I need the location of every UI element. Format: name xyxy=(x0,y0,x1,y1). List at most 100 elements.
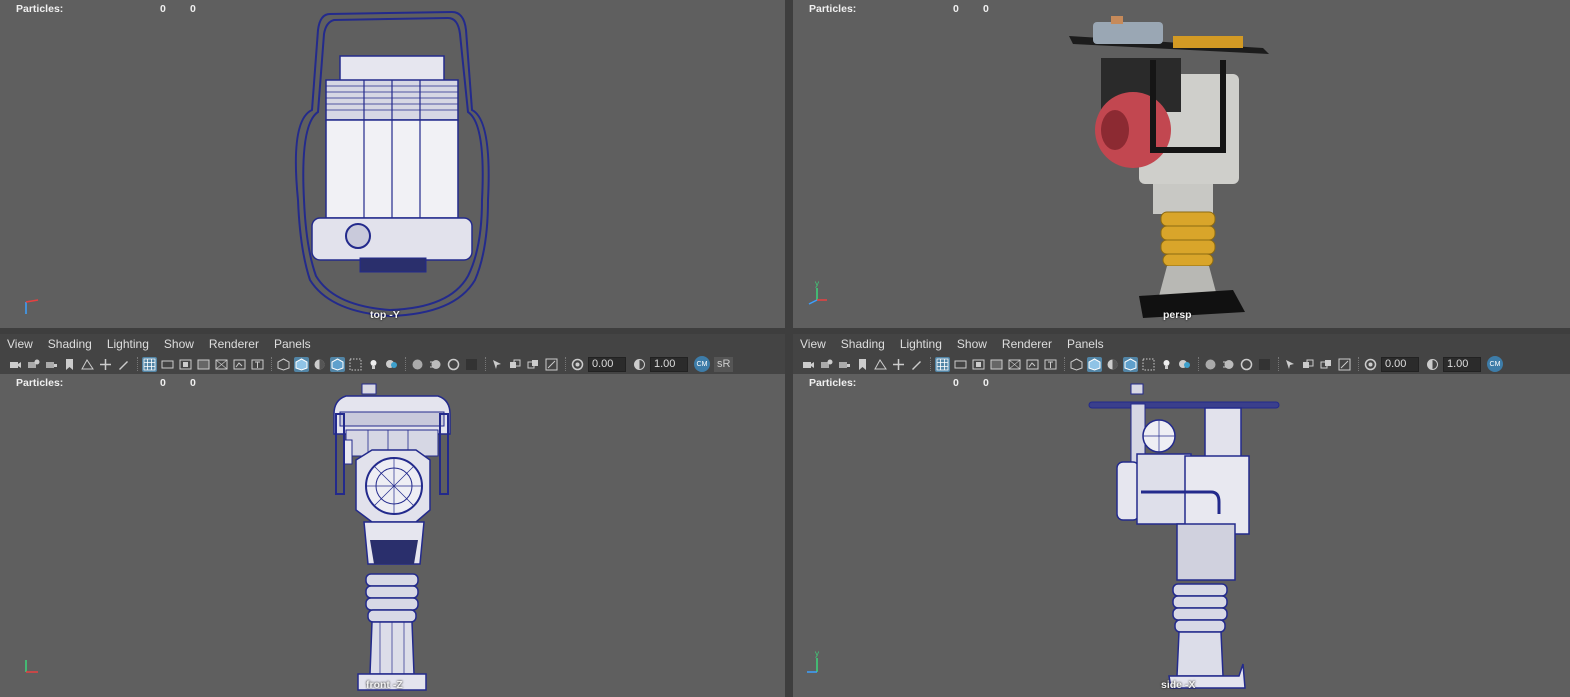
image-plane-icon[interactable] xyxy=(80,357,95,372)
xray-joints-icon[interactable] xyxy=(508,357,523,372)
isolate-select-icon[interactable] xyxy=(490,357,505,372)
viewport-persp[interactable]: Particles: 0 0 y persp xyxy=(793,0,1570,328)
grid-icon[interactable] xyxy=(142,356,157,372)
menu-renderer[interactable]: Renderer xyxy=(209,337,259,351)
bookmark-icon[interactable] xyxy=(62,357,77,372)
wireframe-on-shaded-icon[interactable] xyxy=(330,356,345,372)
axis-y-label: y xyxy=(815,279,819,288)
2d-pan-zoom-icon[interactable] xyxy=(891,357,906,372)
axis-indicator xyxy=(25,660,38,673)
xray-joints-icon[interactable] xyxy=(1301,357,1316,372)
exposure-field[interactable]: 0.00 xyxy=(1381,356,1419,372)
camera-select-icon[interactable] xyxy=(8,357,23,372)
viewport-front[interactable]: Particles: 0 0 front -Z xyxy=(0,374,785,697)
menu-shading[interactable]: Shading xyxy=(48,337,92,351)
wireframe-icon[interactable] xyxy=(1069,357,1084,372)
safe-title-icon[interactable] xyxy=(1043,357,1058,372)
resolution-gate-icon[interactable] xyxy=(178,357,193,372)
depth-of-field-icon[interactable] xyxy=(1257,357,1272,372)
shadows-icon[interactable] xyxy=(1177,357,1192,372)
panel-toolbar-right: View Shading Lighting Show Renderer Pane… xyxy=(793,334,1570,374)
camera-lock-icon[interactable] xyxy=(837,357,852,372)
shadows-icon[interactable] xyxy=(384,357,399,372)
2d-pan-zoom-icon[interactable] xyxy=(98,357,113,372)
screen-space-ao-icon[interactable] xyxy=(1203,357,1218,372)
camera-lock-icon[interactable] xyxy=(44,357,59,372)
menu-shading[interactable]: Shading xyxy=(841,337,885,351)
menu-renderer[interactable]: Renderer xyxy=(1002,337,1052,351)
menu-show[interactable]: Show xyxy=(164,337,194,351)
gate-mask-icon[interactable] xyxy=(196,357,211,372)
toolbar-separator xyxy=(1064,357,1066,371)
grease-pencil-icon[interactable] xyxy=(116,357,131,372)
gate-mask-icon[interactable] xyxy=(989,357,1004,372)
motion-blur-icon[interactable] xyxy=(1221,357,1236,372)
vertical-splitter[interactable] xyxy=(785,0,793,697)
film-gate-icon[interactable] xyxy=(953,357,968,372)
tamper-persp-render[interactable] xyxy=(793,0,1570,328)
backface-culling-icon[interactable] xyxy=(544,357,559,372)
field-chart-icon[interactable] xyxy=(1007,357,1022,372)
depth-of-field-icon[interactable] xyxy=(464,357,479,372)
anti-aliasing-icon[interactable] xyxy=(1239,357,1254,372)
camera-select-icon[interactable] xyxy=(801,357,816,372)
gamma-field[interactable]: 1.00 xyxy=(650,356,688,372)
gamma-field[interactable]: 1.00 xyxy=(1443,356,1481,372)
menu-view[interactable]: View xyxy=(800,337,826,351)
grid-icon[interactable] xyxy=(935,356,950,372)
isolate-select-icon[interactable] xyxy=(1283,357,1298,372)
default-material-icon[interactable] xyxy=(1105,357,1120,372)
xray-active-icon[interactable] xyxy=(1319,357,1334,372)
view-transform-label[interactable]: sR xyxy=(714,356,734,372)
xray-icon[interactable] xyxy=(1141,357,1156,372)
panel-icon-bar: 0.00 1.00 CM xyxy=(793,354,1570,374)
use-lights-icon[interactable] xyxy=(1159,357,1174,372)
color-management-icon[interactable]: CM xyxy=(1487,356,1503,372)
motion-blur-icon[interactable] xyxy=(428,357,443,372)
camera-attributes-icon[interactable] xyxy=(26,357,41,372)
screen-space-ao-icon[interactable] xyxy=(410,357,425,372)
axis-indicator: y xyxy=(808,279,827,305)
menu-panels[interactable]: Panels xyxy=(1067,337,1104,351)
field-chart-icon[interactable] xyxy=(214,357,229,372)
backface-culling-icon[interactable] xyxy=(1337,357,1352,372)
safe-title-icon[interactable] xyxy=(250,357,265,372)
image-plane-icon[interactable] xyxy=(873,357,888,372)
color-management-icon[interactable]: CM xyxy=(694,356,710,372)
smooth-shade-icon[interactable] xyxy=(294,356,309,372)
tamper-top-wireframe[interactable] xyxy=(0,0,785,328)
wireframe-on-shaded-icon[interactable] xyxy=(1123,356,1138,372)
exposure-field[interactable]: 0.00 xyxy=(588,356,626,372)
smooth-shade-icon[interactable] xyxy=(1087,356,1102,372)
resolution-gate-icon[interactable] xyxy=(971,357,986,372)
default-material-icon[interactable] xyxy=(312,357,327,372)
wireframe-icon[interactable] xyxy=(276,357,291,372)
camera-attributes-icon[interactable] xyxy=(819,357,834,372)
grease-pencil-icon[interactable] xyxy=(909,357,924,372)
menu-view[interactable]: View xyxy=(7,337,33,351)
exposure-icon[interactable] xyxy=(570,357,585,372)
axis-indicator xyxy=(25,299,39,314)
bookmark-icon[interactable] xyxy=(855,357,870,372)
gamma-icon[interactable] xyxy=(632,357,647,372)
xray-active-icon[interactable] xyxy=(526,357,541,372)
exposure-icon[interactable] xyxy=(1363,357,1378,372)
xray-icon[interactable] xyxy=(348,357,363,372)
tamper-front-wireframe[interactable] xyxy=(0,374,785,697)
safe-action-icon[interactable] xyxy=(232,357,247,372)
toolbar-separator xyxy=(565,357,567,371)
viewport-side[interactable]: Particles: 0 0 y side -X xyxy=(793,374,1570,697)
camera-label-top: top -Y xyxy=(370,309,400,321)
film-gate-icon[interactable] xyxy=(160,357,175,372)
gamma-icon[interactable] xyxy=(1425,357,1440,372)
toolbar-separator xyxy=(405,357,407,371)
use-lights-icon[interactable] xyxy=(366,357,381,372)
anti-aliasing-icon[interactable] xyxy=(446,357,461,372)
menu-show[interactable]: Show xyxy=(957,337,987,351)
safe-action-icon[interactable] xyxy=(1025,357,1040,372)
tamper-side-wireframe[interactable] xyxy=(793,374,1570,697)
menu-panels[interactable]: Panels xyxy=(274,337,311,351)
viewport-top[interactable]: Particles: 0 0 top -Y xyxy=(0,0,785,328)
menu-lighting[interactable]: Lighting xyxy=(107,337,149,351)
menu-lighting[interactable]: Lighting xyxy=(900,337,942,351)
